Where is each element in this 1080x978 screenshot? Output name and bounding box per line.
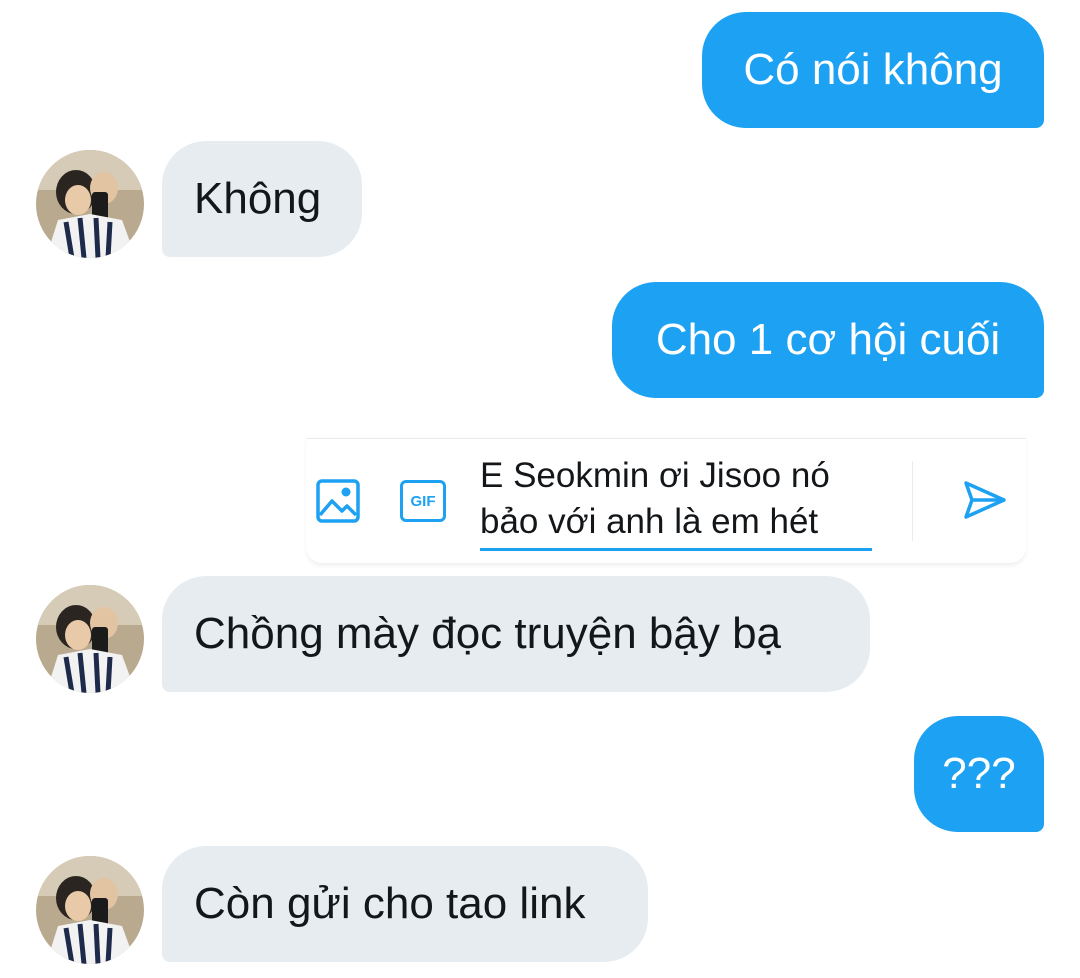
message-received-bubble[interactable]: Còn gửi cho tao link <box>162 846 648 962</box>
message-text: Còn gửi cho tao link <box>194 879 586 928</box>
avatar-photo-icon <box>36 150 144 258</box>
message-text: Chồng mày đọc truyện bậy bạ <box>194 609 782 658</box>
message-composer: GIF E Seokmin ơi Jisoo nó bảo với anh là… <box>306 438 1026 563</box>
message-sent-bubble[interactable]: Cho 1 cơ hội cuối <box>612 282 1044 398</box>
message-text: Cho 1 cơ hội cuối <box>655 315 1001 364</box>
composer-divider <box>912 461 913 541</box>
gif-icon[interactable]: GIF <box>400 480 446 522</box>
gif-label: GIF <box>410 492 436 510</box>
message-text: Không <box>194 174 322 223</box>
avatar[interactable] <box>36 150 144 258</box>
message-input[interactable]: E Seokmin ơi Jisoo nó bảo với anh là em … <box>480 453 872 551</box>
message-draft-text: E Seokmin ơi Jisoo nó bảo với anh là em … <box>480 456 830 541</box>
avatar[interactable] <box>36 585 144 693</box>
image-icon[interactable] <box>316 479 360 523</box>
send-icon[interactable] <box>962 477 1008 523</box>
message-text: Có nói không <box>743 45 1003 94</box>
message-sent-bubble[interactable]: Có nói không <box>702 12 1044 128</box>
message-received-bubble[interactable]: Chồng mày đọc truyện bậy bạ <box>162 576 870 692</box>
message-sent-bubble[interactable]: ??? <box>914 716 1044 832</box>
message-text: ??? <box>942 749 1016 798</box>
avatar-photo-icon <box>36 856 144 964</box>
message-received-bubble[interactable]: Không <box>162 141 362 257</box>
avatar-photo-icon <box>36 585 144 693</box>
avatar[interactable] <box>36 856 144 964</box>
